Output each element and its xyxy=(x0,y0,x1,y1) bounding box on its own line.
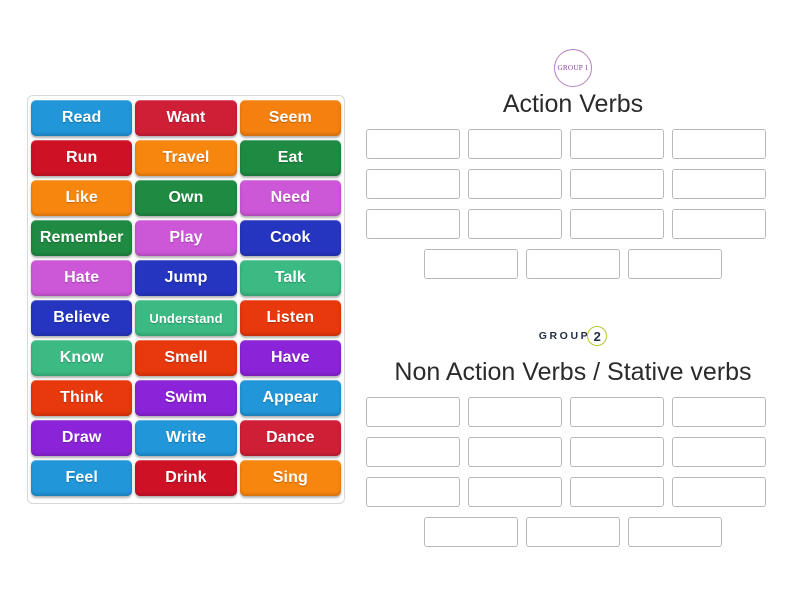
word-tile-grid: Read Want Seem Run Travel Eat Like Own Need Remem… xyxy=(31,100,341,496)
group-1-badge-circle-icon: GROUP 1 xyxy=(554,49,592,87)
word-tile[interactable]: Smell xyxy=(135,340,237,376)
dropzone-slot[interactable] xyxy=(672,128,766,159)
word-tile[interactable]: Believe xyxy=(31,300,133,336)
word-tile[interactable]: Cook xyxy=(239,220,341,256)
dropzone-slot[interactable] xyxy=(366,436,460,467)
dropzone-row xyxy=(366,436,780,467)
dropzone-slot[interactable] xyxy=(468,168,562,199)
word-tile[interactable]: Have xyxy=(239,340,341,376)
dropzone-slot[interactable] xyxy=(672,168,766,199)
group-1-panel: GROUP 1 Action Verbs xyxy=(366,48,780,289)
group-1-title: Action Verbs xyxy=(502,90,644,118)
group-2-badge-circle-icon: 2 xyxy=(587,326,608,346)
dropzone-slot[interactable] xyxy=(672,208,766,239)
word-tile[interactable]: Dance xyxy=(239,420,341,456)
word-tile[interactable]: Swim xyxy=(135,380,237,416)
word-tile[interactable]: Read xyxy=(31,100,133,136)
group-2-badge: GROUP 2 xyxy=(366,316,780,356)
dropzone-slot[interactable] xyxy=(468,128,562,159)
dropzone-slot[interactable] xyxy=(526,516,620,547)
word-tile[interactable]: Talk xyxy=(239,260,341,296)
word-tile[interactable]: Want xyxy=(135,100,237,136)
dropzone-slot[interactable] xyxy=(366,396,460,427)
dropzone-row xyxy=(366,396,780,427)
dropzone-slot[interactable] xyxy=(628,516,722,547)
dropzone-slot[interactable] xyxy=(628,248,722,279)
word-tile[interactable]: Like xyxy=(31,180,133,216)
dropzone-slot[interactable] xyxy=(672,396,766,427)
word-tile[interactable]: Need xyxy=(239,180,341,216)
dropzone-row xyxy=(366,516,780,547)
word-tile[interactable]: Write xyxy=(135,420,237,456)
word-tile[interactable]: Drink xyxy=(135,460,237,496)
group-2-panel: GROUP 2 Non Action Verbs / Stative verbs xyxy=(366,316,780,557)
word-tile[interactable]: Feel xyxy=(31,460,133,496)
dropzone-slot[interactable] xyxy=(468,476,562,507)
group-2-badge-number: 2 xyxy=(593,328,601,344)
group-2-badge-inline: GROUP 2 xyxy=(539,326,608,346)
dropzone-slot[interactable] xyxy=(366,476,460,507)
dropzone-row xyxy=(366,248,780,279)
group-2-dropzones xyxy=(366,396,780,547)
dropzone-slot[interactable] xyxy=(570,476,664,507)
dropzone-slot[interactable] xyxy=(570,168,664,199)
dropzone-slot[interactable] xyxy=(468,436,562,467)
group-2-title: Non Action Verbs / Stative verbs xyxy=(394,358,752,386)
dropzone-slot[interactable] xyxy=(366,128,460,159)
word-tile[interactable]: Jump xyxy=(135,260,237,296)
word-tile[interactable]: Think xyxy=(31,380,133,416)
dropzone-row xyxy=(366,128,780,159)
word-tile-bank: Read Want Seem Run Travel Eat Like Own Need Remem… xyxy=(27,95,345,504)
dropzone-slot[interactable] xyxy=(468,208,562,239)
group-1-dropzones xyxy=(366,128,780,279)
dropzone-slot[interactable] xyxy=(570,128,664,159)
word-tile[interactable]: Seem xyxy=(239,100,341,136)
group-1-badge: GROUP 1 xyxy=(366,48,780,88)
dropzone-slot[interactable] xyxy=(570,436,664,467)
word-tile[interactable]: Hate xyxy=(31,260,133,296)
word-tile[interactable]: Play xyxy=(135,220,237,256)
dropzone-slot[interactable] xyxy=(468,396,562,427)
dropzone-row xyxy=(366,208,780,239)
dropzone-slot[interactable] xyxy=(366,168,460,199)
dropzone-slot[interactable] xyxy=(570,396,664,427)
dropzone-row xyxy=(366,476,780,507)
group-2-badge-word: GROUP xyxy=(538,330,591,342)
word-tile[interactable]: Understand xyxy=(135,300,237,336)
dropzone-row xyxy=(366,168,780,199)
word-tile[interactable]: Eat xyxy=(239,140,341,176)
group-1-badge-label: GROUP 1 xyxy=(557,64,589,72)
word-tile[interactable]: Appear xyxy=(239,380,341,416)
word-tile[interactable]: Own xyxy=(135,180,237,216)
dropzone-slot[interactable] xyxy=(526,248,620,279)
word-tile[interactable]: Travel xyxy=(135,140,237,176)
dropzone-slot[interactable] xyxy=(672,476,766,507)
dropzone-slot[interactable] xyxy=(424,248,518,279)
dropzone-slot[interactable] xyxy=(672,436,766,467)
word-tile[interactable]: Listen xyxy=(239,300,341,336)
word-tile[interactable]: Sing xyxy=(239,460,341,496)
word-tile[interactable]: Know xyxy=(31,340,133,376)
word-tile[interactable]: Remember xyxy=(31,220,133,256)
word-tile[interactable]: Draw xyxy=(31,420,133,456)
dropzone-slot[interactable] xyxy=(424,516,518,547)
dropzone-slot[interactable] xyxy=(366,208,460,239)
word-tile[interactable]: Run xyxy=(31,140,133,176)
dropzone-slot[interactable] xyxy=(570,208,664,239)
